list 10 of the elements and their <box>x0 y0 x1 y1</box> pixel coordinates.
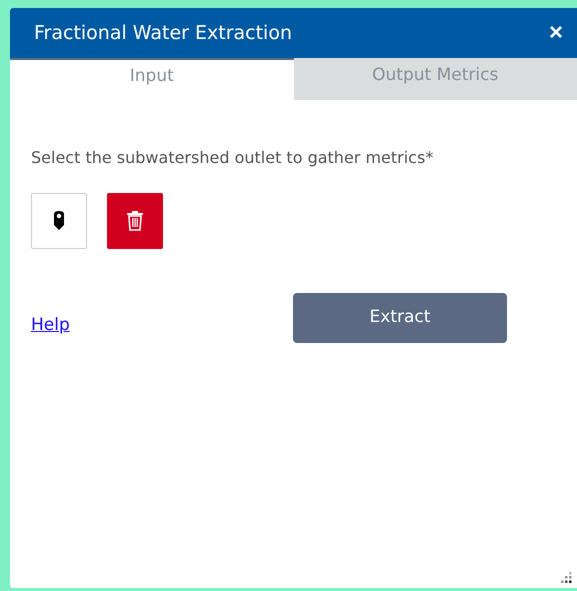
instruction-text: Select the subwatershed outlet to gather metrics* <box>31 148 434 167</box>
map-pin-icon <box>53 211 65 231</box>
extract-button[interactable]: Extract <box>293 293 507 343</box>
close-button[interactable]: × <box>548 19 563 47</box>
window-title: Fractional Water Extraction <box>34 22 292 44</box>
delete-button[interactable] <box>107 193 163 249</box>
location-pin-button[interactable] <box>31 193 87 249</box>
resize-grip-icon <box>560 572 572 584</box>
help-link[interactable]: Help <box>31 315 70 335</box>
trash-icon <box>127 211 143 231</box>
